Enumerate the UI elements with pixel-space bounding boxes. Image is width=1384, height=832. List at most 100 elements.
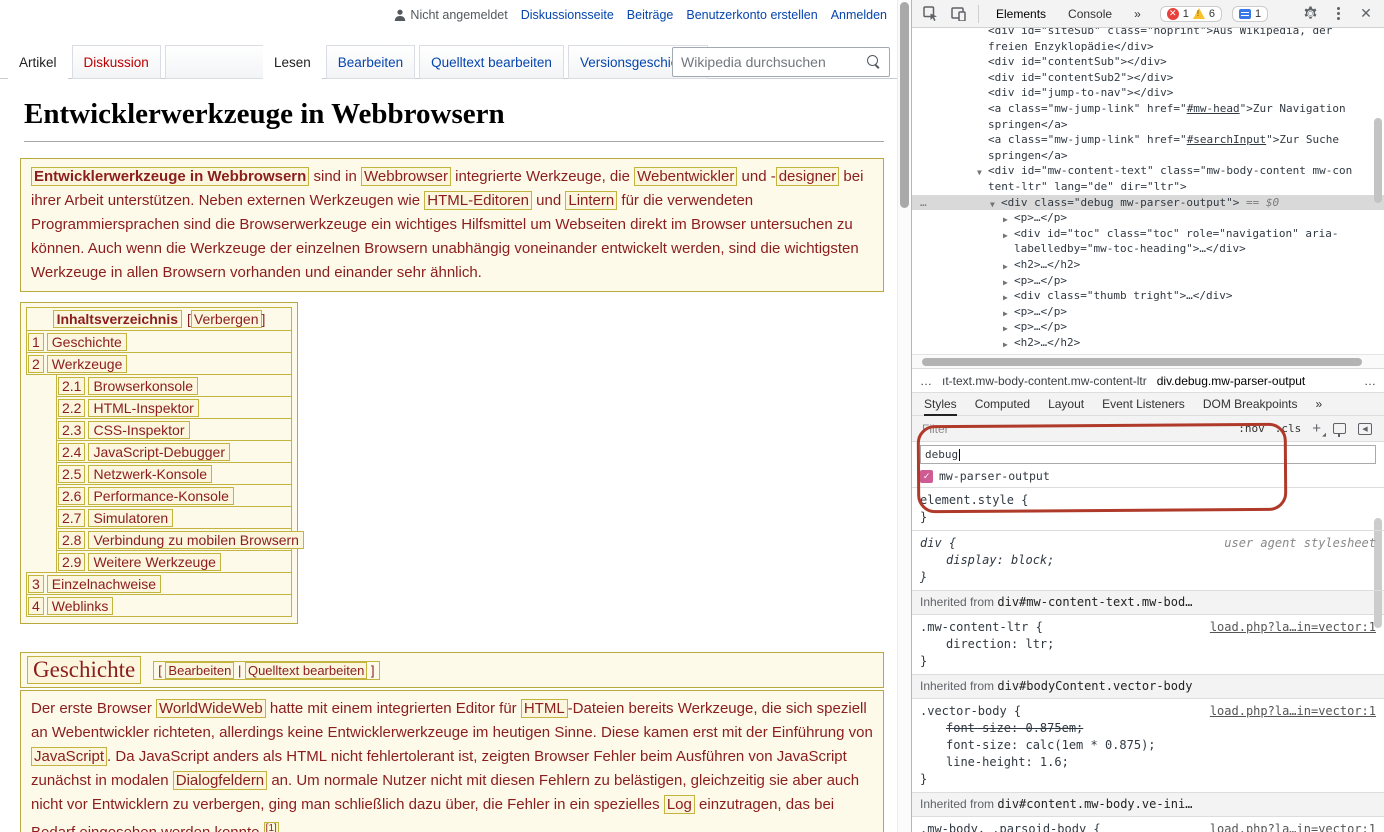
- tab-read[interactable]: Lesen: [263, 45, 322, 79]
- tab-article[interactable]: Artikel: [8, 45, 68, 79]
- scrollbar-thumb[interactable]: [900, 2, 909, 208]
- toc-item[interactable]: 2.8 Verbindung zu mobilen Browsern: [56, 528, 292, 551]
- wiki-link[interactable]: Lintern: [565, 191, 617, 210]
- css-property[interactable]: line-height: 1.6;: [920, 754, 1376, 771]
- talk-page-link[interactable]: Diskussionsseite: [521, 8, 614, 22]
- tree-node[interactable]: <div id="siteSub" class="noprint">Aus Wi…: [912, 28, 1384, 39]
- wiki-link[interactable]: designer: [776, 167, 840, 186]
- rendering-icon[interactable]: [1333, 423, 1346, 434]
- class-checkbox[interactable]: ✓: [920, 470, 933, 483]
- tree-node[interactable]: ▶<p>…</p>: [912, 319, 1384, 335]
- toc-item[interactable]: 2.6 Performance-Konsole: [56, 484, 292, 507]
- toc-item[interactable]: 3 Einzelnachweise: [26, 572, 292, 595]
- edit-link[interactable]: Bearbeiten: [165, 662, 234, 679]
- login-link[interactable]: Anmelden: [831, 8, 887, 22]
- tree-node[interactable]: <div id="contentSub2"></div>: [912, 70, 1384, 86]
- tree-node[interactable]: ▶<p>…</p>: [912, 273, 1384, 289]
- wiki-link[interactable]: Webentwickler: [634, 167, 737, 186]
- breadcrumb-item[interactable]: …: [1364, 374, 1376, 388]
- tab-elements[interactable]: Elements: [987, 0, 1055, 28]
- reference-link[interactable]: [1]: [264, 822, 279, 832]
- css-rule[interactable]: load.php?la…in=vector:1.vector-body {fon…: [912, 699, 1384, 793]
- tree-node[interactable]: ▶<p>…</p>: [912, 304, 1384, 320]
- tree-node[interactable]: springen</a>: [912, 148, 1384, 164]
- cls-toggle[interactable]: .cls: [1270, 422, 1307, 435]
- tree-node[interactable]: ▶<p>…</p>: [912, 210, 1384, 226]
- toc-item[interactable]: 2.7 Simulatoren: [56, 506, 292, 529]
- stylesheet-link[interactable]: load.php?la…in=vector:1: [1210, 821, 1376, 832]
- settings-gear-icon[interactable]: [1298, 3, 1322, 25]
- toc-item[interactable]: 4 Weblinks: [26, 594, 292, 617]
- breadcrumb-item[interactable]: ıt-text.mw-body-content.mw-content-ltr: [942, 374, 1147, 388]
- tree-node[interactable]: freien Enzyklopädie</div>: [912, 39, 1384, 55]
- css-rule[interactable]: load.php?la…in=vector:1.mw-body, .parsoi…: [912, 817, 1384, 832]
- device-toolbar-icon[interactable]: [946, 3, 970, 25]
- tab-console[interactable]: Console: [1059, 0, 1121, 28]
- error-warning-badge[interactable]: ✕ 1 6: [1160, 6, 1222, 22]
- tab-edit[interactable]: Bearbeiten: [326, 45, 415, 79]
- toc-item[interactable]: 2.4 JavaScript-Debugger: [56, 440, 292, 463]
- tree-node[interactable]: springen</a>: [912, 117, 1384, 133]
- tree-node[interactable]: <a class="mw-jump-link" href="#mw-head">…: [912, 101, 1384, 117]
- more-tabs-chevron[interactable]: »: [1125, 0, 1150, 28]
- breadcrumb-item[interactable]: …: [920, 374, 932, 388]
- wiki-link[interactable]: JavaScript: [31, 747, 107, 766]
- styles-pane-tab-layout[interactable]: Layout: [1040, 392, 1092, 416]
- new-style-rule-icon[interactable]: +: [1306, 420, 1327, 437]
- wiki-link[interactable]: WorldWideWeb: [156, 699, 266, 718]
- wiki-link[interactable]: HTML: [521, 699, 568, 718]
- tree-node[interactable]: <div id="jump-to-nav"></div>: [912, 85, 1384, 101]
- sidebar-toggle-icon[interactable]: ◀: [1358, 423, 1372, 435]
- css-rule[interactable]: load.php?la…in=vector:1.mw-content-ltr {…: [912, 615, 1384, 675]
- tree-node[interactable]: ▶<h2>…</h2>: [912, 335, 1384, 351]
- tree-node[interactable]: ▶<div class="thumb tright">…</div>: [912, 288, 1384, 304]
- kebab-menu-icon[interactable]: [1326, 3, 1350, 25]
- wiki-link[interactable]: Log: [664, 795, 695, 814]
- breadcrumb-item[interactable]: div.debug.mw-parser-output: [1157, 374, 1306, 388]
- tree-node[interactable]: …▼<div class="debug mw-parser-output"> =…: [912, 195, 1384, 211]
- tree-horizontal-scrollbar[interactable]: [912, 354, 1384, 368]
- toc-hide-link[interactable]: [Verbergen]: [187, 311, 265, 327]
- tree-node[interactable]: <a class="mw-jump-link" href="#searchInp…: [912, 132, 1384, 148]
- stylesheet-link[interactable]: load.php?la…in=vector:1: [1210, 703, 1376, 720]
- tab-discussion[interactable]: Diskussion: [72, 45, 161, 79]
- issues-badge[interactable]: 1: [1232, 6, 1268, 22]
- elements-tree[interactable]: <div id="siteSub" class="noprint">Aus Wi…: [912, 28, 1384, 354]
- inspect-element-icon[interactable]: [918, 3, 942, 25]
- tree-node[interactable]: tent-ltr" lang="de" dir="ltr">: [912, 179, 1384, 195]
- styles-pane-tab-computed[interactable]: Computed: [967, 392, 1038, 416]
- css-property[interactable]: display: block;: [920, 552, 1376, 569]
- filter-input[interactable]: Filter: [918, 422, 1233, 436]
- toc-item[interactable]: 2 Werkzeuge: [26, 352, 292, 375]
- toc-item[interactable]: 2.9 Weitere Werkzeuge: [56, 550, 292, 573]
- wiki-link[interactable]: Dialogfeldern: [173, 771, 267, 790]
- hov-toggle[interactable]: :hov: [1233, 422, 1270, 435]
- tree-node[interactable]: ▶<h2>…</h2>: [912, 257, 1384, 273]
- wiki-link[interactable]: Webbrowser: [361, 167, 451, 186]
- stylesheet-link[interactable]: load.php?la…in=vector:1: [1210, 619, 1376, 636]
- tree-node[interactable]: <div id="contentSub"></div>: [912, 54, 1384, 70]
- toc-item[interactable]: 2.1 Browserkonsole: [56, 374, 292, 397]
- browser-scrollbar[interactable]: [897, 0, 911, 832]
- css-property[interactable]: font-size: 0.875em;: [920, 720, 1376, 737]
- tree-node[interactable]: labelledby="mw-toc-heading">…</div>: [912, 241, 1384, 257]
- css-rule[interactable]: user agent stylesheetdiv {display: block…: [912, 531, 1384, 591]
- contributions-link[interactable]: Beiträge: [627, 8, 674, 22]
- css-property[interactable]: direction: ltr;: [920, 636, 1376, 653]
- css-property[interactable]: font-size: calc(1em * 0.875);: [920, 737, 1376, 754]
- toc-item[interactable]: 2.2 HTML-Inspektor: [56, 396, 292, 419]
- styles-pane-tab-dom-breakpoints[interactable]: DOM Breakpoints: [1195, 392, 1306, 416]
- edit-source-link[interactable]: Quelltext bearbeiten: [245, 662, 367, 679]
- create-account-link[interactable]: Benutzerkonto erstellen: [686, 8, 817, 22]
- styles-pane-tab-styles[interactable]: Styles: [916, 392, 965, 416]
- tab-edit-source[interactable]: Quelltext bearbeiten: [419, 45, 564, 79]
- tree-vertical-scrollbar[interactable]: [1374, 118, 1382, 203]
- styles-pane-tab-»[interactable]: »: [1308, 392, 1331, 416]
- toc-item[interactable]: 2.3 CSS-Inspektor: [56, 418, 292, 441]
- toc-item[interactable]: 1 Geschichte: [26, 330, 292, 353]
- add-class-input[interactable]: debug: [920, 445, 1376, 464]
- tree-node[interactable]: ▶<div id="toc" class="toc" role="navigat…: [912, 226, 1384, 242]
- styles-pane-tab-event-listeners[interactable]: Event Listeners: [1094, 392, 1193, 416]
- search-input[interactable]: Wikipedia durchsuchen: [672, 47, 890, 77]
- tree-node[interactable]: ▼<div id="mw-content-text" class="mw-bod…: [912, 163, 1384, 179]
